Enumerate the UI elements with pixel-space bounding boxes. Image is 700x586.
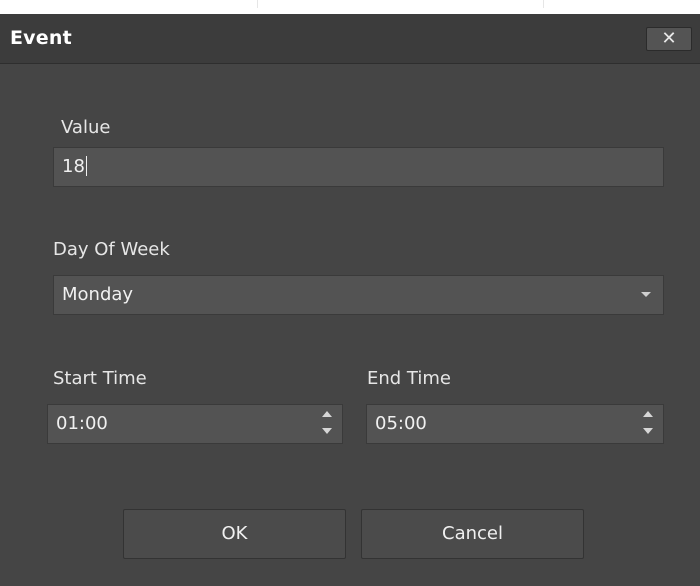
day-of-week-select[interactable]: Monday	[53, 275, 664, 315]
end-time-label: End Time	[367, 368, 451, 389]
cancel-button[interactable]: Cancel	[361, 509, 584, 559]
spin-down-icon[interactable]	[322, 428, 332, 434]
event-dialog: Event ✕ Value 18 Day Of Week Monday Star…	[0, 14, 700, 586]
end-time-spinner[interactable]	[643, 409, 653, 439]
value-input[interactable]: 18	[53, 147, 664, 187]
end-time-value: 05:00	[375, 413, 427, 434]
value-label: Value	[61, 117, 111, 138]
start-time-value: 01:00	[56, 413, 108, 434]
start-time-spinner[interactable]	[322, 409, 332, 439]
spin-down-icon[interactable]	[643, 428, 653, 434]
dialog-title: Event	[10, 27, 72, 49]
dialog-titlebar: Event ✕	[0, 14, 700, 64]
chevron-down-icon	[641, 292, 651, 297]
start-time-stepper[interactable]: 01:00	[47, 404, 343, 444]
day-of-week-value: Monday	[62, 284, 134, 305]
spin-up-icon[interactable]	[322, 411, 332, 417]
day-of-week-label: Day Of Week	[53, 239, 170, 260]
start-time-label: Start Time	[53, 368, 147, 389]
background-divider	[543, 0, 544, 8]
end-time-stepper[interactable]: 05:00	[366, 404, 664, 444]
background-divider	[257, 0, 258, 8]
close-button[interactable]: ✕	[646, 27, 692, 51]
spin-up-icon[interactable]	[643, 411, 653, 417]
close-icon: ✕	[661, 28, 677, 49]
value-input-text: 18	[62, 156, 85, 177]
text-caret	[85, 156, 87, 176]
ok-button[interactable]: OK	[123, 509, 346, 559]
background-strip	[0, 0, 700, 14]
